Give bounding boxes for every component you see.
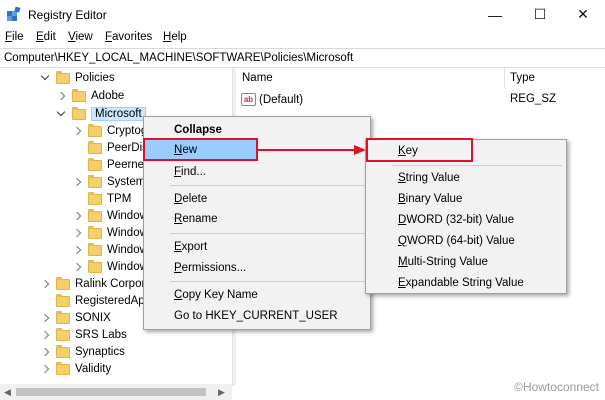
chevron-right-icon[interactable] <box>72 177 82 187</box>
value-name: (Default) <box>259 93 304 106</box>
value-row[interactable]: ab (Default) <box>241 93 303 106</box>
tree-item-adobe[interactable]: Adobe <box>56 87 124 105</box>
tree-item-validity[interactable]: Validity <box>40 360 111 378</box>
submenu-item-binary-value[interactable]: Binary Value <box>366 189 566 209</box>
folder-icon <box>88 191 102 205</box>
folder-icon <box>56 344 70 358</box>
folder-icon <box>56 327 70 341</box>
chevron-right-icon[interactable] <box>40 347 50 357</box>
folder-icon <box>88 123 102 137</box>
folder-icon <box>88 225 102 239</box>
folder-icon <box>56 310 70 324</box>
window-title: Registry Editor <box>28 8 107 22</box>
chevron-right-icon[interactable] <box>72 211 82 221</box>
chevron-down-icon[interactable] <box>56 109 66 119</box>
tree-item-peernet[interactable]: Peernet <box>72 156 147 174</box>
chevron-right-icon[interactable] <box>72 126 82 136</box>
tree-item-synaptics[interactable]: Synaptics <box>40 343 125 361</box>
scroll-right-icon[interactable]: ▶ <box>218 387 225 398</box>
scroll-left-icon[interactable]: ◀ <box>4 387 11 398</box>
tree-item-policies[interactable]: Policies <box>40 69 115 87</box>
folder-icon <box>88 174 102 188</box>
chevron-right-icon[interactable] <box>72 245 82 255</box>
menu-separator <box>170 185 366 186</box>
menu-separator <box>392 165 562 166</box>
tree-item-peerdist[interactable]: PeerDist <box>72 139 151 157</box>
menu-item-export[interactable]: Export <box>144 237 370 257</box>
folder-icon <box>88 242 102 256</box>
tree-item-cryptography[interactable]: Cryptog <box>72 122 147 140</box>
submenu-item-expandable-string-value[interactable]: Expandable String Value <box>366 273 566 293</box>
address-bar[interactable]: Computer\HKEY_LOCAL_MACHINE\SOFTWARE\Pol… <box>0 48 605 68</box>
title-bar: Registry Editor — ☐ ✕ <box>0 0 605 29</box>
watermark: ©Howtoconnect <box>514 380 599 394</box>
tree-item-windows-3[interactable]: Window <box>72 241 148 259</box>
tree-item-windows-1[interactable]: Window <box>72 207 148 225</box>
tree-item-windows-4[interactable]: Window <box>72 258 148 276</box>
tree-item-windows-2[interactable]: Window <box>72 224 148 242</box>
menu-favorites[interactable]: Favorites <box>105 31 152 43</box>
menu-item-rename[interactable]: Rename <box>144 209 370 229</box>
menu-item-collapse[interactable]: Collapse <box>144 120 370 140</box>
tree-item-tpm[interactable]: TPM <box>72 190 131 208</box>
tree-item-microsoft[interactable]: Microsoft <box>56 105 146 123</box>
minimize-button[interactable]: — <box>473 0 517 29</box>
folder-icon <box>88 140 102 154</box>
chevron-right-icon[interactable] <box>40 364 50 374</box>
string-value-icon: ab <box>241 93 256 106</box>
tree-item-ralink[interactable]: Ralink Corpor <box>40 275 145 293</box>
close-button[interactable]: ✕ <box>561 0 605 29</box>
highlight-box-key <box>366 138 473 162</box>
menu-file[interactable]: File <box>5 31 24 43</box>
menu-separator <box>170 233 366 234</box>
tree-item-systemcertificates[interactable]: SystemC <box>72 173 154 191</box>
menu-item-copy-key-name[interactable]: Copy Key Name <box>144 285 370 305</box>
chevron-right-icon[interactable] <box>72 228 82 238</box>
tree-item-srs-labs[interactable]: SRS Labs <box>40 326 127 344</box>
folder-icon <box>72 88 86 102</box>
column-header-type[interactable]: Type <box>510 72 535 84</box>
menu-item-goto-hkcu[interactable]: Go to HKEY_CURRENT_USER <box>144 306 370 326</box>
chevron-right-icon[interactable] <box>40 330 50 340</box>
submenu-item-multi-string-value[interactable]: Multi-String Value <box>366 252 566 272</box>
menu-item-find[interactable]: Find... <box>144 162 370 182</box>
folder-icon <box>56 70 70 84</box>
menu-separator <box>170 281 366 282</box>
submenu-item-string-value[interactable]: String Value <box>366 168 566 188</box>
submenu-item-qword-value[interactable]: Q WORD (64-bit) Value <box>366 231 566 251</box>
chevron-down-icon[interactable] <box>40 73 50 83</box>
chevron-right-icon[interactable] <box>72 262 82 272</box>
scrollbar-thumb[interactable] <box>16 388 206 396</box>
chevron-right-icon[interactable] <box>40 279 50 289</box>
folder-icon <box>56 276 70 290</box>
tree-item-registeredapps[interactable]: RegisteredAp <box>40 292 145 310</box>
highlight-box-new <box>143 138 258 161</box>
menu-help[interactable]: Help <box>163 31 187 43</box>
menu-bar: File Edit View Favorites Help <box>0 29 605 47</box>
chevron-right-icon[interactable] <box>40 313 50 323</box>
tree-item-sonix[interactable]: SONIX <box>40 309 111 327</box>
menu-item-delete[interactable]: Delete <box>144 189 370 209</box>
menu-item-permissions[interactable]: Permissions... <box>144 258 370 278</box>
folder-icon <box>88 259 102 273</box>
folder-icon <box>88 157 102 171</box>
chevron-right-icon[interactable] <box>56 91 66 101</box>
new-submenu: Key String Value Binary Value D WORD (32-… <box>365 139 567 294</box>
registry-app-icon <box>7 7 21 21</box>
value-type: REG_SZ <box>510 93 557 105</box>
menu-view[interactable]: View <box>68 31 93 43</box>
folder-icon <box>56 361 70 375</box>
submenu-item-dword-value[interactable]: D WORD (32-bit) Value <box>366 210 566 230</box>
folder-icon <box>56 293 70 307</box>
column-header-name[interactable]: Name <box>242 72 273 84</box>
annotation-arrow-icon <box>258 145 366 155</box>
folder-icon <box>88 208 102 222</box>
menu-edit[interactable]: Edit <box>36 31 56 43</box>
maximize-button[interactable]: ☐ <box>518 0 562 29</box>
folder-icon <box>72 106 86 120</box>
column-divider[interactable] <box>504 68 505 88</box>
tree-horizontal-scrollbar[interactable]: ◀ ▶ <box>0 384 232 400</box>
